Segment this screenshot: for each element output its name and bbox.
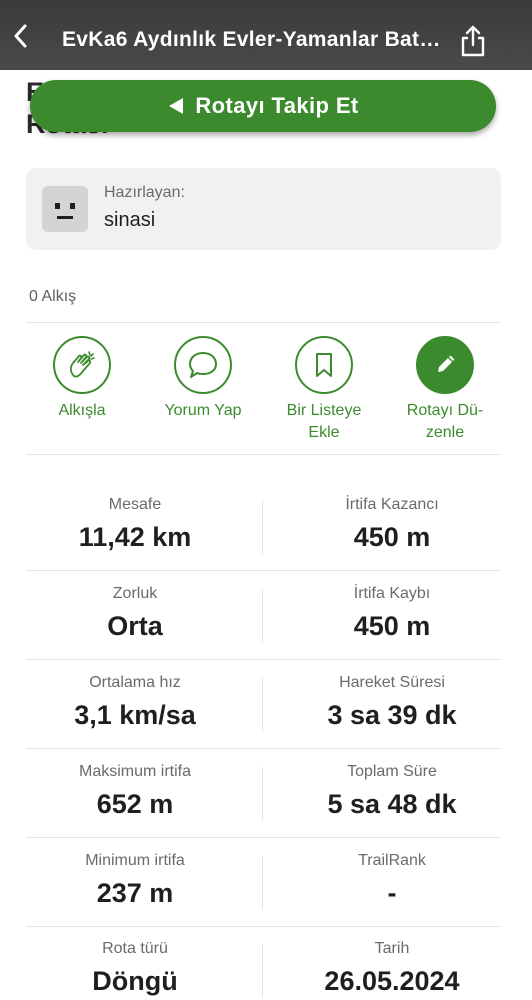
clap-button[interactable]: Alkışla <box>22 336 142 422</box>
divider <box>26 454 501 455</box>
author-card[interactable]: Hazırlayan: sinasi <box>26 168 501 250</box>
stat-value: Orta <box>107 611 163 641</box>
clap-icon <box>69 351 95 378</box>
top-bar: EvKa6 Aydınlık Evler-Yamanlar Batı Rotas… <box>0 0 532 70</box>
avatar <box>42 186 88 232</box>
stat-divider <box>262 767 263 821</box>
edit-circle <box>416 336 474 394</box>
stat-difficulty: Zorluk Orta <box>17 585 253 642</box>
stat-value: 3,1 km/sa <box>74 700 196 730</box>
stat-moving-time: Hareket Süresi 3 sa 39 dk <box>274 674 510 731</box>
stat-elevation-gain: İrtifa Kazancı 450 m <box>274 496 510 553</box>
author-label: Hazırlayan: <box>104 184 185 201</box>
stat-divider <box>262 856 263 910</box>
chevron-left-icon <box>14 24 27 48</box>
share-icon <box>461 25 485 57</box>
stat-label: İrtifa Kaybı <box>353 585 431 602</box>
author-name: sinasi <box>104 209 156 231</box>
stat-label: TrailRank <box>358 852 426 869</box>
stat-date: Tarih 26.05.2024 <box>274 940 510 997</box>
stat-divider <box>262 678 263 732</box>
edit-route-label: Rotayı Dü- zenle <box>407 400 483 444</box>
stat-value: 11,42 km <box>78 522 192 552</box>
stat-avg-speed: Ortalama hız 3,1 km/sa <box>17 674 253 731</box>
share-button[interactable] <box>458 24 488 58</box>
edit-route-button[interactable]: Rotayı Dü- zenle <box>385 336 505 444</box>
stat-label: Hareket Süresi <box>339 674 445 691</box>
divider <box>26 570 501 571</box>
stat-total-time: Toplam Süre 5 sa 48 dk <box>274 763 510 820</box>
stat-value: 3 sa 39 dk <box>327 700 457 730</box>
page-title: EvKa6 Aydınlık Evler-Yamanlar Batı Rotas… <box>62 28 442 51</box>
stat-distance: Mesafe 11,42 km <box>17 496 253 553</box>
stat-route-type: Rota türü Döngü <box>17 940 253 997</box>
stat-label: Minimum irtifa <box>85 852 185 869</box>
stat-elevation-loss: İrtifa Kaybı 450 m <box>274 585 510 642</box>
stat-min-elevation: Minimum irtifa 237 m <box>17 852 253 909</box>
divider <box>26 926 501 927</box>
applause-count[interactable]: 0 Alkış <box>29 288 76 306</box>
add-to-list-label-line2: Ekle <box>308 424 340 441</box>
comment-button[interactable]: Yorum Yap <box>143 336 263 422</box>
clap-circle <box>53 336 111 394</box>
edit-route-label-line2: zenle <box>425 424 465 441</box>
stat-divider <box>262 500 263 554</box>
stat-label: Rota türü <box>102 940 168 957</box>
stat-value: 652 m <box>96 789 174 819</box>
stat-label: Toplam Süre <box>347 763 437 780</box>
stat-divider <box>262 589 263 643</box>
bookmark-icon <box>316 353 332 377</box>
stat-value: 450 m <box>353 522 431 552</box>
avatar-mouth <box>57 216 73 219</box>
stat-value: 5 sa 48 dk <box>327 789 457 819</box>
comment-circle <box>174 336 232 394</box>
follow-route-button[interactable]: Rotayı Takip Et <box>30 80 496 132</box>
stat-label: Tarih <box>374 940 410 957</box>
comment-icon <box>189 352 217 378</box>
add-to-list-label-line1: Bir Listeye <box>286 402 362 419</box>
stat-label: Zorluk <box>112 585 158 602</box>
divider <box>26 837 501 838</box>
navigation-arrow-icon <box>169 98 184 114</box>
divider <box>26 748 501 749</box>
follow-route-label: Rotayı Takip Et <box>195 93 359 118</box>
stat-value: Döngü <box>92 966 178 996</box>
edit-route-label-line1: Rotayı Dü- <box>406 402 484 419</box>
avatar-eye-left <box>55 203 60 209</box>
stat-label: Mesafe <box>108 496 162 513</box>
stat-label: Ortalama hız <box>89 674 181 691</box>
stat-value: 450 m <box>353 611 431 641</box>
stat-trailrank: TrailRank - <box>274 852 510 909</box>
bookmark-circle <box>295 336 353 394</box>
stat-label: İrtifa Kazancı <box>345 496 439 513</box>
avatar-eye-right <box>70 203 75 209</box>
clap-label: Alkışla <box>58 402 106 419</box>
add-to-list-button[interactable]: Bir Listeye Ekle <box>264 336 384 444</box>
comment-label: Yorum Yap <box>164 402 242 419</box>
stat-divider <box>262 944 263 998</box>
stat-max-elevation: Maksimum irtifa 652 m <box>17 763 253 820</box>
stat-label: Maksimum irtifa <box>78 763 191 780</box>
divider <box>26 322 501 323</box>
back-button[interactable] <box>8 20 32 52</box>
stat-value: 237 m <box>96 878 174 908</box>
stat-value: 26.05.2024 <box>324 966 460 996</box>
pencil-icon <box>438 355 455 372</box>
stat-value: - <box>387 878 397 908</box>
add-to-list-label: Bir Listeye Ekle <box>287 400 362 444</box>
divider <box>26 659 501 660</box>
